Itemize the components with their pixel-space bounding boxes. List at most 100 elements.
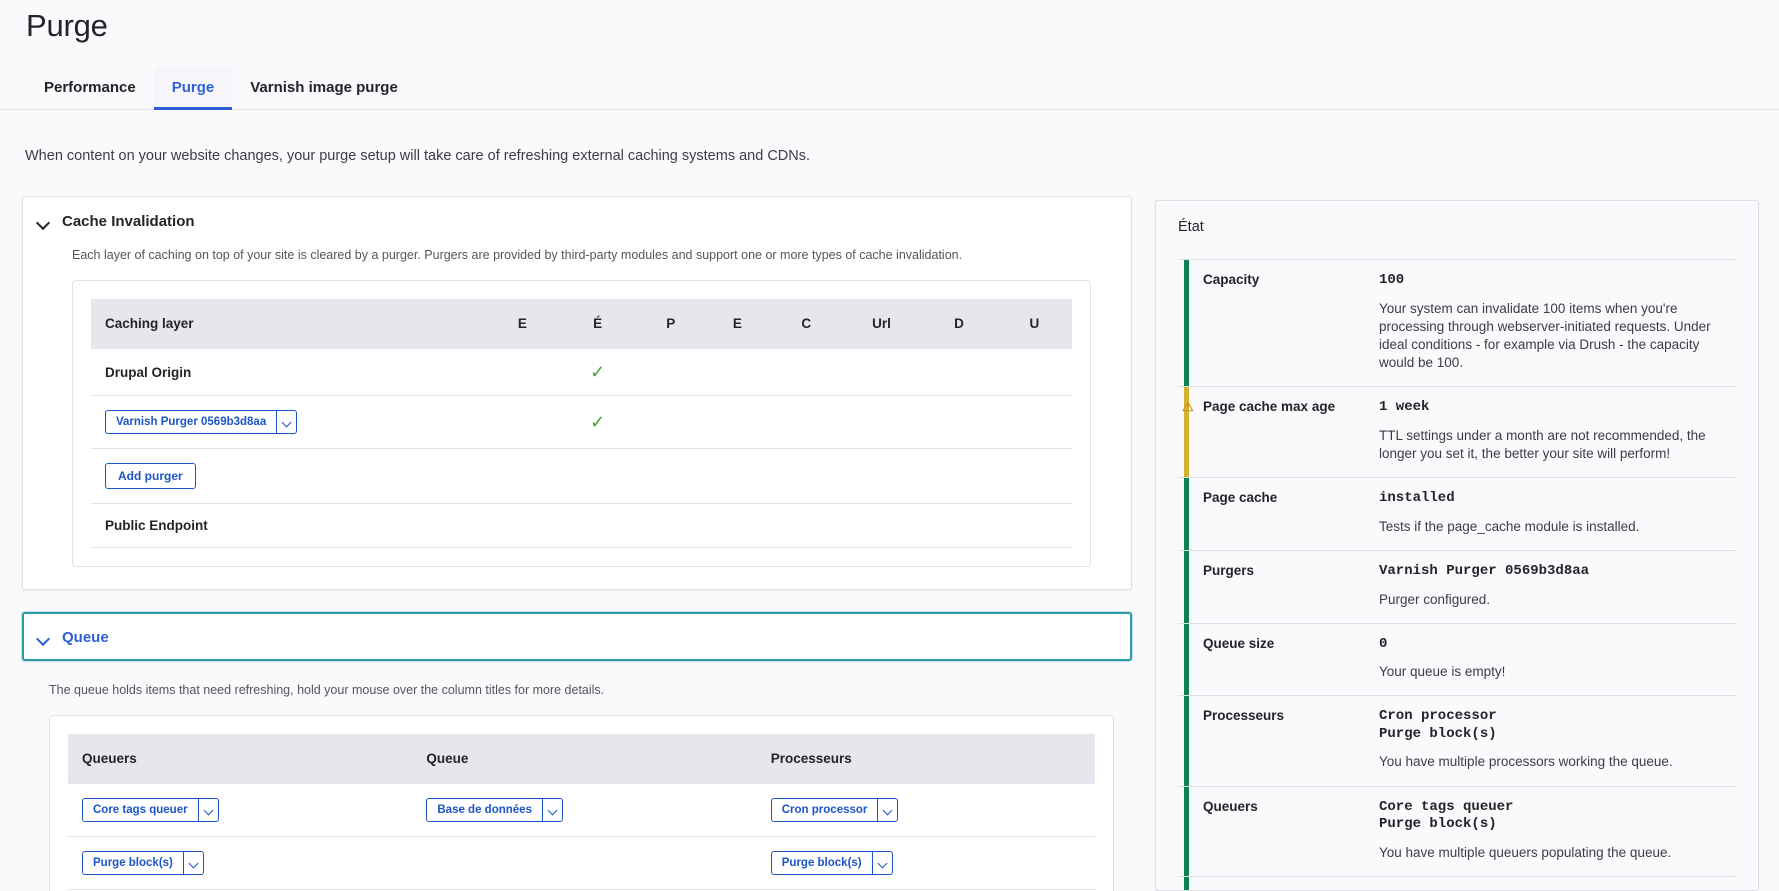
split-button-label: Varnish Purger 0569b3d8aa [116,416,267,428]
column-header[interactable]: P [637,299,705,349]
table-row: Drupal Origin ✓ [91,348,1072,396]
queue-panel: Queuers Queue Processeurs Core tags queuer… [49,715,1114,891]
cache-invalidation-description: Each layer of caching on top of your sit… [72,248,963,262]
cache-invalidation-title: Cache Invalidation [62,213,195,230]
status-panel-title: État [1178,219,1204,235]
column-header[interactable]: Url [841,299,922,349]
invalidation-type-cell [704,348,771,396]
cache-invalidation-header[interactable]: Cache Invalidation [23,197,1131,244]
purger-split-button[interactable]: Varnish Purger 0569b3d8aa [105,410,298,434]
requirement-content: Processeurs Cron processor Purge block(s) Y… [1189,696,1736,785]
invalidation-type-cell [770,348,842,396]
column-header[interactable]: Caching layer [91,299,487,349]
invalidation-type-cell [637,448,705,504]
tab-varnish-image-purge[interactable]: Varnish image purge [232,66,416,109]
chevron-down-icon[interactable] [877,799,897,821]
requirement-value-text: Core tags queuer [1379,798,1514,815]
requirement-row: VarnishAll purgers configured. [1178,875,1736,890]
tab-performance[interactable]: Performance [26,66,154,109]
split-button-label: Purge block(s) [93,857,173,869]
requirement-label: Purgers [1189,563,1379,609]
chevron-down-icon[interactable] [276,411,296,433]
requirement-value: installed Tests if the page_cache module … [1379,490,1736,536]
add-purger-button[interactable]: Add purger [105,463,196,489]
column-header[interactable]: É [557,299,638,349]
queuer-split-button[interactable]: Purge block(s) [82,851,204,875]
requirement-row: Processeurs Cron processor Purge block(s) Y… [1178,695,1736,786]
queue-title: Queue [62,629,109,646]
warning-triangle-icon: ⚠ [1182,399,1194,415]
column-header[interactable]: Queue [412,734,757,784]
requirement-content: Purgers Varnish Purger 0569b3d8aa Purger c… [1189,551,1736,623]
check-icon: ✓ [590,362,606,382]
requirement-value: 1 week TTL settings under a month are not… [1379,399,1736,463]
check-icon: ✓ [590,412,606,432]
table-row: Varnish Purger 0569b3d8aa ✓ [91,395,1072,449]
cache-invalidation-card: Cache Invalidation Each layer of caching… [22,196,1132,590]
queuer-cell: Core tags queuer [68,783,413,837]
invalidation-type-cell [996,448,1072,504]
chevron-down-icon[interactable] [871,852,892,874]
requirement-value-text: installed [1379,490,1455,507]
column-header[interactable]: U [996,299,1072,349]
table-header-row: Caching layer E É P E C Url D U [91,299,1072,349]
caching-layer-cell: Drupal Origin [91,348,487,396]
invalidation-type-cell [704,448,771,504]
purge-admin-page: Purge Performance Purge Varnish image purg… [0,0,1779,891]
processor-split-button[interactable]: Purge block(s) [770,851,893,875]
column-header[interactable]: C [770,299,842,349]
status-panel: État Capacity 100 Your system can invalida… [1155,200,1759,891]
invalidation-type-cell [841,503,922,548]
chevron-down-icon[interactable] [182,852,203,874]
cache-invalidation-panel: Caching layer E É P E C Url D U Drupal Origin ✓ Va… [72,280,1091,567]
column-header[interactable]: E [486,299,558,349]
requirement-label-text: Capacity [1203,272,1260,287]
column-header[interactable]: D [921,299,997,349]
caching-layer-cell: Public Endpoint [91,503,487,548]
requirement-value: Core tags queuer Purge block(s) You have m… [1379,799,1736,862]
requirement-row: Queuers Core tags queuer Purge block(s) You… [1178,785,1736,876]
queue-header[interactable]: Queue [24,614,1130,659]
requirement-label-text: Purgers [1203,563,1255,579]
split-button-label: Base de données [437,804,532,816]
invalidation-type-cell [486,448,558,504]
table-body: Core tags queuer Base de données Cron proc… [68,783,1095,890]
invalidation-type-cell [704,503,771,548]
column-header[interactable]: E [704,299,771,349]
queuer-split-button[interactable]: Core tags queuer [82,798,219,822]
chevron-down-icon [37,218,50,226]
chevron-down-icon[interactable] [197,799,218,821]
invalidation-type-cell: ✓ [557,395,638,449]
requirement-content: Queue size 0 Your queue is empty! [1189,624,1736,696]
invalidation-type-cell [841,348,922,396]
invalidation-type-cell [921,448,997,504]
requirement-value-text: Purge block(s) [1379,816,1497,833]
requirement-content: ⚠ Page cache max age 1 week TTL settings un… [1182,387,1736,477]
invalidation-type-cell [557,503,638,548]
chevron-down-icon[interactable] [541,799,562,821]
processor-cell: Purge block(s) [756,836,1095,890]
invalidation-type-cell [996,503,1072,548]
queuer-cell: Purge block(s) [68,836,413,890]
requirement-row: Purgers Varnish Purger 0569b3d8aa Purger c… [1178,550,1736,623]
tab-purge[interactable]: Purge [153,66,233,110]
requirement-label-text: Queuers [1203,798,1258,814]
requirement-value: 100 Your system can invalidate 100 items … [1379,272,1736,372]
requirement-note: Tests if the page_cache module is instal… [1379,518,1640,534]
requirement-value: 0 Your queue is empty! [1379,636,1736,682]
queue-split-button[interactable]: Base de données [426,798,563,822]
requirement-note: You have multiple queuers populating the… [1379,844,1672,860]
invalidation-type-cell [486,503,558,548]
column-header[interactable]: Queuers [68,734,413,784]
caching-layer-cell: Varnish Purger 0569b3d8aa [91,395,487,449]
invalidation-type-cell [841,395,922,449]
column-header[interactable]: Processeurs [756,734,1095,784]
invalidation-type-cell [921,348,997,396]
primary-tabs: Performance Purge Varnish image purge [0,66,1779,110]
processor-split-button[interactable]: Cron processor [770,798,899,822]
requirement-label-text: Page cache max age [1203,399,1336,415]
processor-cell: Cron processor [756,783,1095,837]
invalidation-type-cell [557,448,638,504]
requirement-label-text: Page cache [1203,490,1278,506]
invalidation-type-cell [770,395,842,449]
